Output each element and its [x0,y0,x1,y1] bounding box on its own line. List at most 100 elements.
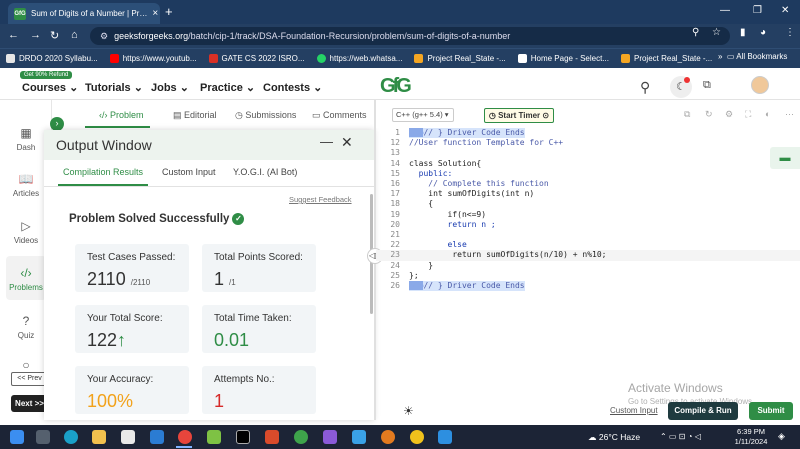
new-tab-icon[interactable]: + [165,4,173,19]
site-info-icon[interactable]: ⚙ [100,31,108,42]
problem-tabs: ‹/› Problem ▤ Editorial ◷ Submissions ▭ … [85,106,375,128]
tab-compilation-results[interactable]: Compilation Results [63,167,143,177]
menu-tutorials[interactable]: Tutorials ⌄ [85,81,143,94]
lightbulb-icon[interactable]: ☀ [403,404,414,418]
edge-icon[interactable] [64,430,78,444]
app-icon[interactable] [352,430,366,444]
tab-comments[interactable]: ▭ Comments [312,110,367,121]
bookmarks-bar: DRDO 2020 Syllabu... https://www.youtub.… [0,48,800,68]
close-window-icon[interactable]: ✕ [781,5,789,16]
tab-yogi-ai-bot[interactable]: Y.O.G.I. (AI Bot) [233,167,297,177]
clock[interactable]: 6:39 PM 1/11/2024 [733,427,769,447]
address-bar[interactable]: ⚙ geeksforgeeks.org/batch/cip-1/track/DS… [90,27,730,45]
menu-practice[interactable]: Practice ⌄ [200,81,255,94]
prev-button[interactable]: << Prev [11,372,48,386]
more-icon[interactable]: ⋯ [785,109,794,120]
bookmark-item[interactable]: https://web.whatsa... [316,54,402,63]
copy-icon[interactable]: ⧉ [684,109,690,120]
restore-window-icon[interactable]: ❐ [753,5,762,16]
menu-kebab-icon[interactable]: ⋮ [785,27,795,38]
forward-icon[interactable]: → [30,29,41,41]
file-explorer-icon[interactable] [92,430,106,444]
submit-button[interactable]: Submit [749,402,793,420]
sidebar-item-problems[interactable]: ‹/› Problems [6,266,46,292]
refund-badge[interactable]: Get 90% Refund [20,71,73,79]
visual-studio-icon[interactable] [323,430,337,444]
chat-icon[interactable]: ▬ [770,147,800,169]
system-tray[interactable]: ⌃ ▭ ⊡ ◔ ◁ [660,432,701,441]
bookmark-item[interactable]: DRDO 2020 Syllabu... [6,54,98,63]
sidebar-item-videos[interactable]: ▷ Videos [6,219,46,245]
close-icon[interactable]: ✕ [341,134,353,151]
minimize-icon[interactable]: — [320,134,333,149]
search-icon[interactable]: ⚲ [692,27,699,38]
settings-icon[interactable]: ⚙ [725,109,733,120]
home-icon[interactable]: ⌂ [71,29,78,41]
tab-custom-input[interactable]: Custom Input [162,167,216,177]
close-tab-icon[interactable]: × [152,8,158,19]
code-editor[interactable]: 1 ▬▬▬// } Driver Code Ends 12//User funct… [376,128,800,296]
avatar[interactable] [751,76,769,94]
sidebar-item-quiz[interactable]: ? Quiz [6,314,46,340]
app-icon[interactable] [265,430,279,444]
task-view-icon[interactable] [36,430,50,444]
translate-icon[interactable]: ⧉ [703,79,711,92]
app-icon[interactable] [207,430,221,444]
reset-icon[interactable]: ↻ [705,109,713,120]
sidepanel-icon[interactable]: ▮ [740,27,746,38]
bookmark-item[interactable]: Project Real_State -... [620,54,712,63]
menu-jobs[interactable]: Jobs ⌄ [151,81,189,94]
bookmark-star-icon[interactable]: ☆ [712,27,721,38]
suggest-feedback-link[interactable]: Suggest Feedback [289,195,352,204]
search-icon[interactable]: ⚲ [640,79,650,96]
bookmark-item[interactable]: Home Page - Select... [517,54,609,63]
problem-tab-underline [85,126,150,128]
bookmark-item[interactable]: https://www.youtub... [109,54,197,63]
sidebar-item-dash[interactable]: ▦ Dash [6,126,46,152]
menu-courses[interactable]: Courses ⌄ [22,81,78,94]
notifications-icon[interactable]: ◈ [778,431,785,442]
tab-problem[interactable]: ‹/› Problem [99,110,144,120]
next-button[interactable]: Next >> [11,395,48,412]
menu-contests[interactable]: Contests ⌄ [263,81,322,94]
chrome-icon[interactable] [178,430,192,444]
custom-input-link[interactable]: Custom Input [610,406,658,415]
expand-sidebar-button[interactable]: › [50,117,64,131]
store-icon[interactable] [121,430,135,444]
jetbrains-icon[interactable] [236,430,250,444]
active-app-indicator [176,446,192,448]
app-icon[interactable] [410,430,424,444]
code-line: 16 // Complete this function [390,179,549,188]
play-icon: ▷ [21,219,31,233]
folded-code-icon[interactable]: ▬▬▬ [409,281,424,290]
gfg-logo[interactable]: GfG [380,75,412,98]
reload-icon[interactable]: ↻ [50,29,59,42]
all-bookmarks[interactable]: » ▭ All Bookmarks [718,52,787,61]
compile-run-button[interactable]: Compile & Run [668,402,738,420]
vscode-icon[interactable] [438,430,452,444]
bookmark-item[interactable]: Project Real_State -... [414,54,506,63]
theme-icon[interactable]: ◐ [765,109,770,119]
start-timer-button[interactable]: ◷ Start Timer ⊙ [484,108,554,123]
tab-submissions[interactable]: ◷ Submissions [235,110,296,121]
language-select[interactable]: C++ (g++ 5.4) ▾ [392,108,454,122]
tab-editorial[interactable]: ▤ Editorial [173,110,217,121]
back-icon[interactable]: ← [8,29,19,41]
app-icon[interactable] [294,430,308,444]
mail-icon[interactable] [150,430,164,444]
browser-tab[interactable]: GfG Sum of Digits of a Number | Pr… × [8,3,160,24]
stat-card-points: Total Points Scored: 1 /1 [202,244,316,292]
weather-widget[interactable]: ☁ 26°C Haze [588,432,640,443]
bookmark-favicon-icon [620,54,630,63]
bookmark-item[interactable]: GATE CS 2022 ISRO... [208,54,305,63]
sidebar-item-articles[interactable]: 📖 Articles [6,172,46,198]
dashboard-icon: ▦ [20,126,32,140]
folded-code-icon[interactable]: ▬▬▬ [409,128,424,137]
app-icon[interactable] [381,430,395,444]
code-line: 17 int sumOfDigits(int n) [390,189,535,199]
start-icon[interactable] [10,430,24,444]
fullscreen-icon[interactable]: ⛶ [745,109,751,120]
profile-icon[interactable]: ◕ [760,27,766,38]
divider [44,186,374,187]
minimize-window-icon[interactable]: — [720,5,730,16]
